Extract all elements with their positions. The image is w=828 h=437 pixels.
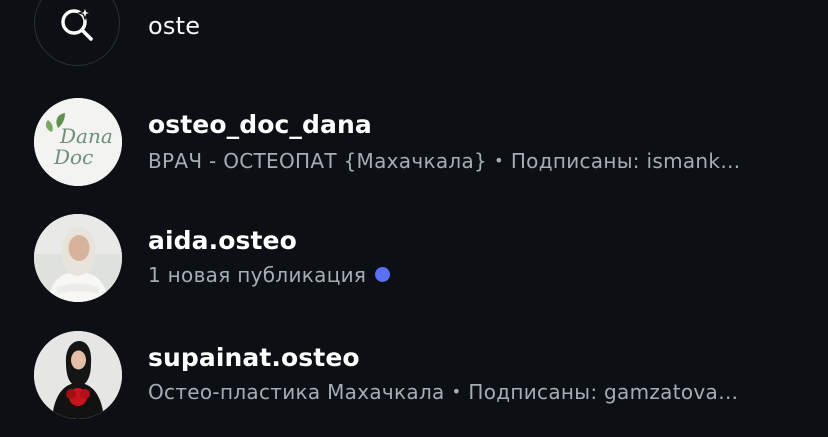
separator-dot: • [494, 151, 504, 170]
search-results-screen: oste Dana Doc osteo_doc_dana ВРАЧ - ОСТЕ… [0, 0, 828, 437]
separator-dot: • [451, 382, 462, 401]
avatar [34, 214, 122, 302]
result-status: 1 новая публикация [148, 263, 367, 287]
result-username: osteo_doc_dana [148, 110, 372, 139]
woman-in-white-headscarf-photo [34, 214, 122, 302]
dana-doc-logo: Dana Doc [34, 98, 122, 186]
result-username: supainat.osteo [148, 343, 360, 372]
result-followed-by: Подписаны: gamzatova… [468, 380, 739, 404]
result-username: aida.osteo [148, 226, 297, 255]
avatar [34, 331, 122, 419]
result-subtitle: Остео-пластика Махачкала • Подписаны: gamz… [148, 380, 738, 404]
woman-in-black-with-red-flowers-photo [34, 331, 122, 419]
result-followed-by: Подписаны: ismank… [510, 149, 741, 173]
logo-text-doc: Doc [53, 145, 93, 169]
new-post-indicator-dot [375, 267, 391, 282]
result-bio: ВРАЧ - ОСТЕОПАТ {Махачкала} [148, 149, 488, 173]
search-query-row[interactable]: oste [0, 0, 828, 70]
result-subtitle: ВРАЧ - ОСТЕОПАТ {Махачкала} • Подписаны: i… [148, 149, 741, 173]
search-result-item[interactable]: aida.osteo 1 новая публикация [0, 212, 828, 306]
search-result-item[interactable]: Dana Doc osteo_doc_dana ВРАЧ - ОСТЕОПАТ … [0, 96, 828, 190]
search-icon-circle[interactable] [34, 0, 120, 66]
search-result-item[interactable]: supainat.osteo Остео-пластика Махачкала •… [0, 329, 828, 423]
result-subtitle: 1 новая публикация [148, 263, 391, 287]
avatar: Dana Doc [34, 98, 122, 186]
result-bio: Остео-пластика Махачкала [148, 380, 445, 404]
search-query-text: oste [148, 12, 201, 40]
ai-search-sparkle-icon [61, 5, 93, 41]
